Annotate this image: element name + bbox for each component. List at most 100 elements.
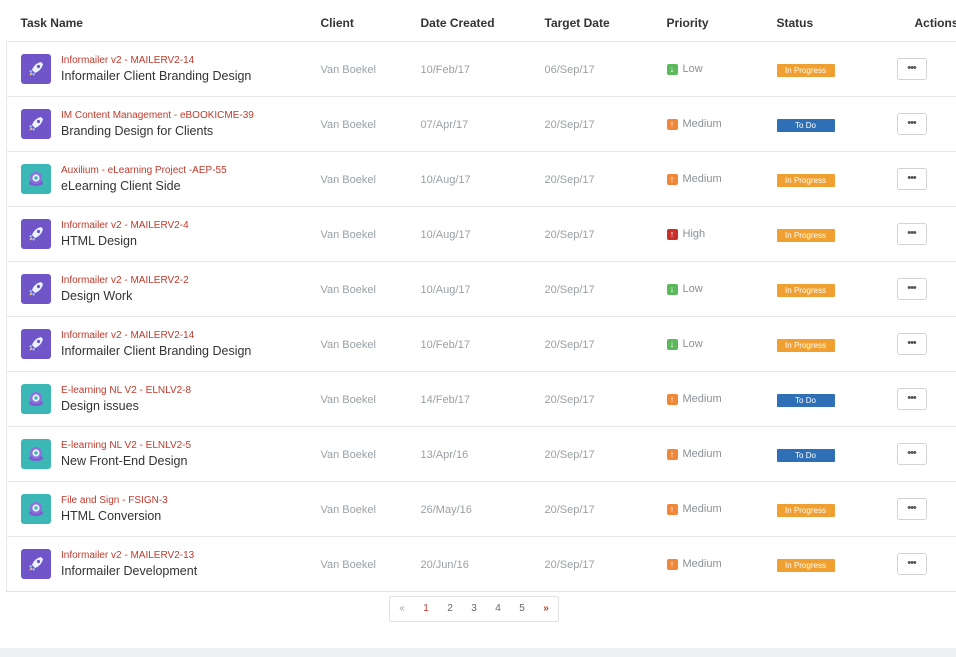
pagination-page-5[interactable]: 5	[510, 597, 534, 621]
row-actions-button[interactable]: •••	[896, 498, 927, 520]
priority-label: Medium	[682, 558, 722, 570]
row-actions-button[interactable]: •••	[896, 388, 927, 410]
pagination-page-4[interactable]: 4	[486, 597, 510, 621]
pagination-page-3[interactable]: 3	[462, 597, 486, 621]
table-row[interactable]: Informailer v2 - MAILERV2-13 Informailer…	[6, 536, 956, 592]
task-project-key[interactable]: Informailer v2 - MAILERV2-13	[61, 549, 197, 562]
date-created: 13/Apr/16	[420, 449, 469, 461]
status-badge: In Progress	[776, 504, 835, 517]
status-badge: To Do	[776, 394, 835, 407]
task-project-key[interactable]: Auxilium - eLearning Project -AEP-55	[61, 164, 227, 177]
header-task-name[interactable]: Task Name	[6, 5, 321, 42]
task-title[interactable]: eLearning Client Side	[61, 178, 227, 194]
task-text: E-learning NL V2 - ELNLV2-5 New Front-En…	[61, 439, 191, 469]
date-created: 14/Feb/17	[420, 394, 471, 406]
task-cell: Informailer v2 - MAILERV2-2 Design Work	[7, 274, 321, 304]
task-text: Informailer v2 - MAILERV2-14 Informailer…	[61, 54, 251, 84]
status-badge: In Progress	[776, 229, 835, 242]
task-title[interactable]: Branding Design for Clients	[61, 123, 254, 139]
header-target-date[interactable]: Target Date	[544, 5, 667, 42]
task-title[interactable]: HTML Design	[61, 233, 189, 249]
task-text: Informailer v2 - MAILERV2-4 HTML Design	[61, 219, 189, 249]
task-table: Task Name Client Date Created Target Dat…	[6, 5, 956, 592]
priority-indicator: ↑ Medium	[666, 448, 777, 460]
task-list-panel: Task Name Client Date Created Target Dat…	[0, 0, 956, 648]
date-created: 07/Apr/17	[420, 119, 469, 131]
row-actions-button[interactable]: •••	[896, 443, 927, 465]
header-priority[interactable]: Priority	[666, 5, 777, 42]
task-title[interactable]: Design issues	[61, 398, 191, 414]
task-text: IM Content Management - eBOOKICME-39 Bra…	[61, 109, 254, 139]
priority-label: High	[682, 228, 706, 240]
table-row[interactable]: E-learning NL V2 - ELNLV2-5 New Front-En…	[6, 426, 956, 482]
task-project-key[interactable]: File and Sign - FSIGN-3	[61, 494, 168, 507]
client-name: Van Boekel	[320, 64, 376, 76]
priority-label: Medium	[682, 118, 722, 130]
task-cell: Informailer v2 - MAILERV2-4 HTML Design	[7, 219, 321, 249]
task-project-key[interactable]: Informailer v2 - MAILERV2-2	[61, 274, 189, 287]
task-project-key[interactable]: Informailer v2 - MAILERV2-14	[61, 54, 251, 67]
table-row[interactable]: Informailer v2 - MAILERV2-14 Informailer…	[6, 316, 956, 372]
row-actions-button[interactable]: •••	[896, 168, 927, 190]
date-created: 10/Aug/17	[420, 174, 471, 186]
robot-icon	[21, 439, 51, 469]
client-name: Van Boekel	[320, 394, 376, 406]
priority-indicator: ↓ Low	[666, 283, 777, 295]
priority-indicator: ↑ High	[666, 228, 777, 240]
task-project-key[interactable]: E-learning NL V2 - ELNLV2-5	[61, 439, 191, 452]
table-row[interactable]: Auxilium - eLearning Project -AEP-55 eLe…	[6, 151, 956, 207]
arrow-up-icon: ↑	[666, 558, 678, 570]
task-project-key[interactable]: E-learning NL V2 - ELNLV2-8	[61, 384, 191, 397]
status-badge: To Do	[776, 449, 835, 462]
task-title[interactable]: Informailer Development	[61, 563, 197, 579]
status-badge: In Progress	[776, 339, 835, 352]
task-title[interactable]: Informailer Client Branding Design	[61, 343, 251, 359]
task-text: Auxilium - eLearning Project -AEP-55 eLe…	[61, 164, 227, 194]
task-cell: IM Content Management - eBOOKICME-39 Bra…	[7, 109, 321, 139]
pagination-next-button[interactable]: »	[534, 597, 558, 621]
priority-indicator: ↑ Medium	[666, 393, 777, 405]
table-row[interactable]: Informailer v2 - MAILERV2-4 HTML Design …	[6, 206, 956, 262]
task-text: Informailer v2 - MAILERV2-14 Informailer…	[61, 329, 251, 359]
pagination-page-2[interactable]: 2	[438, 597, 462, 621]
arrow-up-icon: ↑	[666, 228, 678, 240]
row-actions-button[interactable]: •••	[896, 278, 927, 300]
priority-label: Medium	[682, 173, 722, 185]
row-actions-button[interactable]: •••	[896, 553, 927, 575]
row-actions-button[interactable]: •••	[896, 333, 927, 355]
task-project-key[interactable]: Informailer v2 - MAILERV2-14	[61, 329, 251, 342]
date-created: 10/Aug/17	[420, 229, 471, 241]
task-text: Informailer v2 - MAILERV2-2 Design Work	[61, 274, 189, 304]
target-date: 20/Sep/17	[544, 284, 595, 296]
table-row[interactable]: Informailer v2 - MAILERV2-2 Design Work …	[6, 261, 956, 317]
pagination-page-1[interactable]: 1	[414, 597, 438, 621]
table-row[interactable]: File and Sign - FSIGN-3 HTML Conversion …	[6, 481, 956, 537]
date-created: 26/May/16	[420, 504, 472, 516]
client-name: Van Boekel	[320, 174, 376, 186]
task-project-key[interactable]: Informailer v2 - MAILERV2-4	[61, 219, 189, 232]
task-cell: File and Sign - FSIGN-3 HTML Conversion	[7, 494, 321, 524]
row-actions-button[interactable]: •••	[896, 113, 927, 135]
priority-indicator: ↓ Low	[666, 338, 777, 350]
priority-label: Medium	[682, 393, 722, 405]
header-date-created[interactable]: Date Created	[420, 5, 545, 42]
task-title[interactable]: HTML Conversion	[61, 508, 168, 524]
task-title[interactable]: Design Work	[61, 288, 189, 304]
table-row[interactable]: E-learning NL V2 - ELNLV2-8 Design issue…	[6, 371, 956, 427]
header-status[interactable]: Status	[776, 5, 897, 42]
row-actions-button[interactable]: •••	[896, 58, 927, 80]
target-date: 20/Sep/17	[544, 394, 595, 406]
task-title[interactable]: Informailer Client Branding Design	[61, 68, 251, 84]
priority-label: Low	[682, 63, 703, 75]
pagination-prev-button[interactable]: «	[390, 597, 414, 621]
arrow-up-icon: ↑	[666, 393, 678, 405]
client-name: Van Boekel	[320, 229, 376, 241]
table-row[interactable]: IM Content Management - eBOOKICME-39 Bra…	[6, 96, 956, 152]
task-project-key[interactable]: IM Content Management - eBOOKICME-39	[61, 109, 254, 122]
task-title[interactable]: New Front-End Design	[61, 453, 191, 469]
table-row[interactable]: Informailer v2 - MAILERV2-14 Informailer…	[6, 41, 956, 97]
priority-indicator: ↑ Medium	[666, 118, 777, 130]
header-client[interactable]: Client	[320, 5, 421, 42]
row-actions-button[interactable]: •••	[896, 223, 927, 245]
task-text: E-learning NL V2 - ELNLV2-8 Design issue…	[61, 384, 191, 414]
